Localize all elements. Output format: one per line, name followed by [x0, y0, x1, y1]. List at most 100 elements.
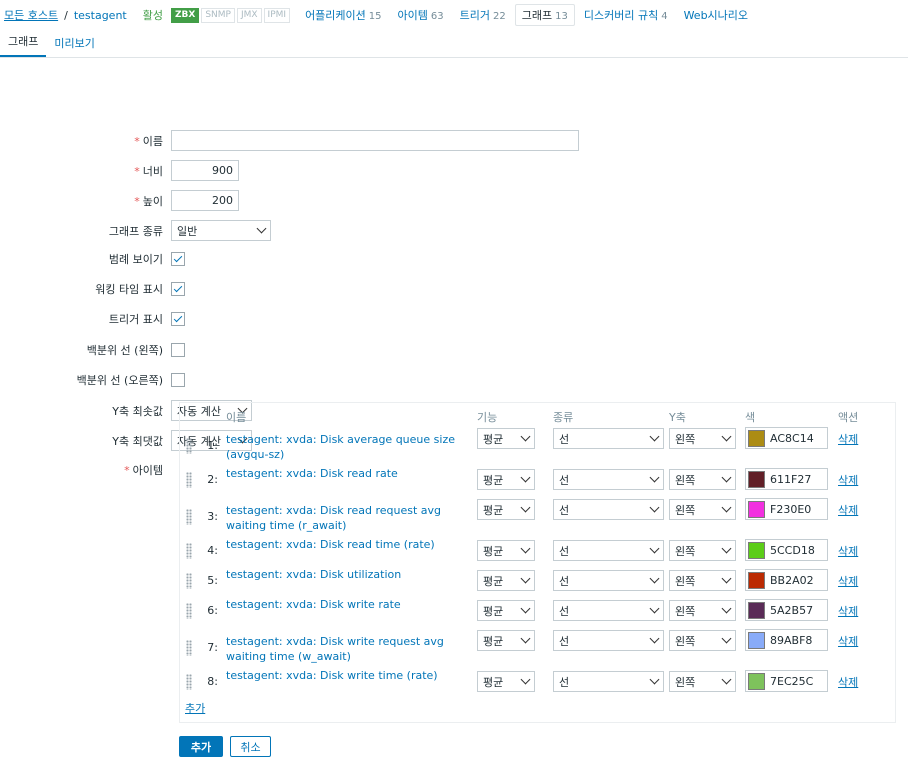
item-name-link[interactable]: testagent: xvda: Disk write time (rate): [226, 668, 474, 683]
item-type-select[interactable]: 선: [553, 428, 664, 449]
item-color-picker[interactable]: AC8C14: [745, 427, 828, 449]
item-row: 6: testagent: xvda: Disk write rate 평균 선 왼쪽 5…: [180, 597, 895, 632]
item-type-select[interactable]: 선: [553, 540, 664, 561]
color-swatch[interactable]: [748, 571, 765, 589]
show-legend-label: 범례 보이기: [108, 253, 163, 266]
item-type-select[interactable]: 선: [553, 570, 664, 591]
item-function-select[interactable]: 평균: [477, 630, 535, 651]
drag-handle-icon[interactable]: [186, 509, 192, 525]
height-input[interactable]: 200: [171, 190, 239, 211]
drag-handle-icon[interactable]: [186, 603, 192, 619]
item-function-select[interactable]: 평균: [477, 600, 535, 621]
chevron-down-icon: [520, 603, 531, 614]
name-input[interactable]: [171, 130, 579, 151]
working-time-checkbox[interactable]: [171, 282, 185, 296]
item-remove-link[interactable]: 삭제: [838, 603, 858, 619]
item-axis-select[interactable]: 왼쪽: [669, 499, 736, 520]
color-hex: 611F27: [770, 472, 812, 486]
show-triggers-checkbox[interactable]: [171, 312, 185, 326]
item-type-select[interactable]: 선: [553, 600, 664, 621]
item-remove-link[interactable]: 삭제: [838, 543, 858, 559]
item-name-link[interactable]: testagent: xvda: Disk read rate: [226, 466, 474, 481]
add-item-link[interactable]: 추가: [185, 700, 205, 716]
row-percentile-right: 백분위 선 (오른쪽): [0, 372, 185, 388]
row-width: * 너비 900: [0, 160, 239, 181]
color-swatch[interactable]: [748, 429, 765, 447]
color-swatch[interactable]: [748, 470, 765, 488]
color-swatch[interactable]: [748, 500, 765, 518]
item-remove-link[interactable]: 삭제: [838, 472, 858, 488]
width-input[interactable]: 900: [171, 160, 239, 181]
item-type-select[interactable]: 선: [553, 469, 664, 490]
percentile-right-checkbox[interactable]: [171, 373, 185, 387]
item-axis-select[interactable]: 왼쪽: [669, 600, 736, 621]
item-remove-link[interactable]: 삭제: [838, 633, 858, 649]
item-color-picker[interactable]: BB2A02: [745, 569, 828, 591]
item-name-link[interactable]: testagent: xvda: Disk write request avg …: [226, 634, 474, 664]
percentile-left-checkbox[interactable]: [171, 343, 185, 357]
item-type-select[interactable]: 선: [553, 671, 664, 692]
tab-graph[interactable]: 그래프: [0, 33, 47, 57]
nav-items[interactable]: 아이템 63: [391, 4, 451, 26]
drag-handle-icon[interactable]: [186, 543, 192, 559]
tab-preview[interactable]: 미리보기: [46, 35, 102, 57]
nav-discovery-rules[interactable]: 디스커버리 규칙 4: [577, 4, 675, 26]
breadcrumb-all-hosts[interactable]: 모든 호스트: [4, 7, 58, 23]
item-function-select[interactable]: 평균: [477, 671, 535, 692]
color-swatch[interactable]: [748, 601, 765, 619]
nav-applications[interactable]: 어플리케이션 15: [298, 4, 388, 26]
item-color-picker[interactable]: 5CCD18: [745, 539, 828, 561]
item-color-picker[interactable]: 7EC25C: [745, 670, 828, 692]
item-axis-select[interactable]: 왼쪽: [669, 428, 736, 449]
show-legend-checkbox[interactable]: [171, 252, 185, 266]
drag-handle-icon[interactable]: [186, 438, 192, 454]
nav-items-label: 아이템: [397, 9, 428, 22]
item-name-link[interactable]: testagent: xvda: Disk read time (rate): [226, 537, 474, 552]
item-type-select[interactable]: 선: [553, 499, 664, 520]
item-name-link[interactable]: testagent: xvda: Disk average queue size…: [226, 432, 474, 462]
graph-type-select[interactable]: 일반: [171, 220, 271, 241]
color-swatch[interactable]: [748, 541, 765, 559]
item-function-select[interactable]: 평균: [477, 428, 535, 449]
item-row: 1: testagent: xvda: Disk average queue si…: [180, 427, 895, 462]
badge-ipmi: IPMI: [263, 7, 291, 23]
nav-web-scenarios[interactable]: Web시나리오: [677, 4, 755, 26]
breadcrumb-host[interactable]: testagent: [74, 9, 127, 22]
drag-handle-icon[interactable]: [186, 472, 192, 488]
item-function-select[interactable]: 평균: [477, 499, 535, 520]
item-row: 3: testagent: xvda: Disk read request avg…: [180, 498, 895, 533]
item-color-picker[interactable]: F230E0: [745, 498, 828, 520]
item-remove-link[interactable]: 삭제: [838, 431, 858, 447]
color-swatch[interactable]: [748, 631, 765, 649]
item-color-picker[interactable]: 611F27: [745, 468, 828, 490]
cancel-button[interactable]: 취소: [230, 736, 271, 757]
item-axis-select[interactable]: 왼쪽: [669, 469, 736, 490]
item-function-select[interactable]: 평균: [477, 570, 535, 591]
item-remove-link[interactable]: 삭제: [838, 674, 858, 690]
item-function-value: 평균: [483, 473, 504, 487]
item-name-link[interactable]: testagent: xvda: Disk write rate: [226, 597, 474, 612]
nav-triggers-label: 트리거: [459, 9, 491, 22]
item-axis-select[interactable]: 왼쪽: [669, 630, 736, 651]
nav-graphs[interactable]: 그래프 13: [514, 4, 575, 26]
item-remove-link[interactable]: 삭제: [838, 573, 858, 589]
item-name-link[interactable]: testagent: xvda: Disk read request avg w…: [226, 503, 474, 533]
drag-handle-icon[interactable]: [186, 640, 192, 656]
item-axis-select[interactable]: 왼쪽: [669, 671, 736, 692]
item-remove-link[interactable]: 삭제: [838, 502, 858, 518]
item-type-select[interactable]: 선: [553, 630, 664, 651]
item-axis-select[interactable]: 왼쪽: [669, 540, 736, 561]
item-function-select[interactable]: 평균: [477, 469, 535, 490]
drag-handle-icon[interactable]: [186, 674, 192, 690]
chevron-down-icon: [721, 472, 732, 483]
chevron-down-icon: [721, 674, 732, 685]
item-color-picker[interactable]: 89ABF8: [745, 629, 828, 651]
add-button[interactable]: 추가: [179, 736, 223, 757]
item-axis-select[interactable]: 왼쪽: [669, 570, 736, 591]
item-color-picker[interactable]: 5A2B57: [745, 599, 828, 621]
drag-handle-icon[interactable]: [186, 573, 192, 589]
nav-triggers[interactable]: 트리거 22: [453, 4, 513, 26]
item-function-select[interactable]: 평균: [477, 540, 535, 561]
color-swatch[interactable]: [748, 672, 765, 690]
item-name-link[interactable]: testagent: xvda: Disk utilization: [226, 567, 474, 582]
